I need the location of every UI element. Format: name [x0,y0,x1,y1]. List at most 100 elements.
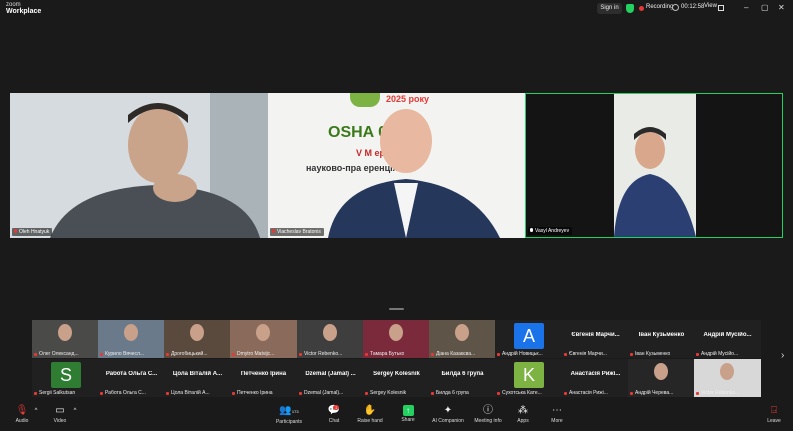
chat-button[interactable]: 💬 1 Chat [320,404,348,424]
participant-display-name: Sergey Kolesnik [373,371,420,377]
participant-name-label: Андрій Новицьк... [502,351,543,357]
participant-video [328,109,500,238]
leave-icon: ⍈ [771,405,777,416]
participant-name-label: Viacheslav Bratonis [270,228,324,236]
gallery-tile[interactable]: Євгенія Марчи... Євгенія Марчи... [562,320,629,358]
participant-photo [389,324,403,341]
chevron-up-icon: ^ [34,408,38,414]
meeting-info-button[interactable]: ⓘ Meeting info [473,404,503,424]
resize-handle[interactable] [389,308,404,310]
recording-label[interactable]: Recording [646,4,673,10]
participant-name-label: Петченко Ірина [237,390,273,396]
share-icon: ↑ [402,405,414,416]
gallery-tile[interactable]: K Сухотська Кате... [495,359,562,397]
participant-photo [720,363,734,380]
participant-display-name: Євгенія Марчи... [571,332,620,338]
participant-name-label: Анастасія Рижі... [569,390,608,396]
sparkle-icon: ✦ [443,405,453,416]
participant-name-label: Работа Ольга С... [105,390,146,396]
gallery-tile[interactable]: Работа Ольга С... Работа Ольга С... [98,359,165,397]
gallery-tile[interactable]: Sergey Kolesnik Sergey Kolesnik [363,359,430,397]
maximize-button[interactable]: ▢ [761,3,769,12]
participant-name-label: Sergii Salkutsan [39,390,76,396]
gallery-tile[interactable]: Билда 6 група Билда 6 група [429,359,496,397]
participant-name-label: Курило Вячесл... [105,351,145,357]
gallery-tile[interactable]: S Sergii Salkutsan [32,359,99,397]
apps-button[interactable]: ⁂ Apps [513,404,533,424]
audio-options-button[interactable]: ^ [31,404,41,418]
sign-in-button[interactable]: Sign in [597,3,622,14]
chevron-right-icon[interactable]: › [781,350,784,361]
participant-name-label: Андрій Мусійо... [701,351,739,357]
logo-bottom: Workplace [6,8,42,15]
video-button[interactable]: ▭ Video [48,404,72,424]
view-button[interactable]: View [704,3,717,9]
avatar: K [514,362,544,388]
participant-name-label: Тамара Бутько [370,351,405,357]
gallery-tile[interactable]: Андрій Черева... [628,359,695,397]
apps-icon: ⁂ [518,405,528,416]
participant-name-label: Victor Rebenko... [701,390,740,396]
gallery-tile[interactable]: Андрій Мусійо... Андрій Мусійо... [694,320,761,358]
participant-name-label: Dzemal (Jamal)... [304,390,344,396]
participant-display-name: Анастасія Рижі... [570,371,621,377]
participant-photo [654,363,668,380]
participant-name-label: Vasyl Andreyev [528,227,573,235]
gallery-tile[interactable]: Цола Віталій А... Цола Віталій А... [164,359,231,397]
raise-hand-button[interactable]: ✋ Raise hand [356,404,384,424]
meeting-toolbar: 🎙 Audio ^ ▭ Video ^ 👥173 Participants 💬 … [0,403,793,431]
participant-display-name: Билда 6 група [441,371,484,377]
chevron-up-icon: ^ [73,408,77,414]
participant-name-label: Цола Віталій А... [171,390,210,396]
gallery-tile[interactable]: Анастасія Рижі... Анастасія Рижі... [562,359,629,397]
share-button[interactable]: ↑ Share [396,404,420,423]
video-tile-2[interactable]: 2025 року OSHA 025 V M еренція науково-п… [268,93,525,238]
participants-button[interactable]: 👥173 Participants [272,404,306,425]
gallery-tile[interactable]: Дрогобицький... [164,320,231,358]
participant-display-name: Петченко Ірина [240,371,287,377]
participant-video [526,94,782,237]
participant-video [10,93,268,238]
gallery-tile[interactable]: Dmytro Matvijc... [230,320,297,358]
leave-button[interactable]: ⍈ Leave [763,404,785,424]
participant-display-name: Dzemal (Jamal) ... [305,371,356,377]
mic-muted-icon [14,229,17,233]
more-button[interactable]: ⋯ More [546,404,568,424]
close-button[interactable]: ✕ [778,3,785,12]
title-bar: zoom Workplace Sign in Recording 00:12:5… [0,0,793,17]
participant-name-label: Dmytro Matvijc... [237,351,275,357]
gallery-tile[interactable]: Курило Вячесл... [98,320,165,358]
video-tile-3-active-speaker[interactable]: Vasyl Andreyev [525,93,783,238]
recording-icon [639,6,644,11]
gallery-tile[interactable]: Діана Казакєва... [429,320,496,358]
participant-photo [256,324,270,341]
avatar: S [51,362,81,388]
participant-name-label: Sergey Kolesnik [370,390,407,396]
gallery-tile[interactable]: Іван Кузьменко Іван Кузьменко [628,320,695,358]
gallery-tile[interactable]: Victor Rebenko... [297,320,364,358]
participant-display-name: Андрій Мусійо... [703,332,752,338]
participant-photo [455,324,469,341]
gallery-tile[interactable]: Dzemal (Jamal) ... Dzemal (Jamal)... [297,359,364,397]
participant-photo [323,324,337,341]
participant-photo [190,324,204,341]
participant-name-label: Олег Олександ... [39,351,79,357]
ai-companion-button[interactable]: ✦ AI Companion [430,404,466,424]
gallery-tile[interactable]: A Андрій Новицьк... [495,320,562,358]
gallery-tile[interactable]: Петченко Ірина Петченко Ірина [230,359,297,397]
video-options-button[interactable]: ^ [70,404,80,418]
camera-icon: ▭ [55,405,65,416]
shield-icon[interactable] [626,4,634,13]
hand-icon: ✋ [363,405,377,416]
participant-name-label: Діана Казакєва... [436,351,476,357]
participant-display-name: Іван Кузьменко [638,332,685,338]
participant-name-label: Євгенія Марчи... [569,351,607,357]
info-icon: ⓘ [483,405,493,416]
participant-name-label: Сухотська Кате... [502,390,542,396]
gallery-tile[interactable]: Victor Rebenko... [694,359,761,397]
gallery-tile[interactable]: Олег Олександ... [32,320,99,358]
gallery-tile[interactable]: Тамара Бутько [363,320,430,358]
grid-icon[interactable] [718,5,724,11]
video-tile-1[interactable]: Oleh Hnatyuk [10,93,268,238]
minimize-button[interactable]: – [744,3,748,12]
